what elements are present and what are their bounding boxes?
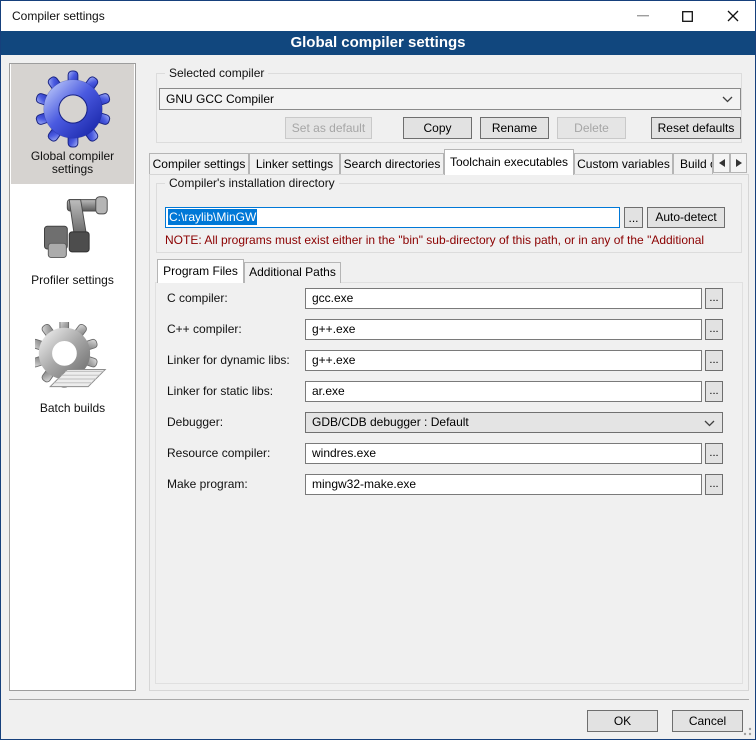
installation-directory-group: Compiler's installation directory C:\ray… <box>156 183 742 253</box>
rename-button[interactable]: Rename <box>480 117 549 139</box>
chevron-down-icon <box>704 420 715 427</box>
debugger-select-value: GDB/CDB debugger : Default <box>312 413 469 432</box>
field-row-dynamic-linker: Linker for dynamic libs: g++.exe ... <box>1 350 756 372</box>
resource-compiler-browse-button[interactable]: ... <box>705 443 723 464</box>
page-title: Global compiler settings <box>1 31 755 55</box>
dynamic-linker-input[interactable]: g++.exe <box>305 350 702 371</box>
field-label: Debugger: <box>167 415 223 429</box>
install-dir-input[interactable]: C:\raylib\MinGW <box>165 207 620 228</box>
field-row-static-linker: Linker for static libs: ar.exe ... <box>1 381 756 403</box>
cpp-compiler-browse-button[interactable]: ... <box>705 319 723 340</box>
copy-button[interactable]: Copy <box>403 117 472 139</box>
tab-program-files[interactable]: Program Files <box>157 259 244 283</box>
auto-detect-button[interactable]: Auto-detect <box>647 207 725 228</box>
field-row-resource-compiler: Resource compiler: windres.exe ... <box>1 443 756 465</box>
settings-category-list: Global compiler settings Profiler settin… <box>9 63 136 691</box>
set-as-default-button[interactable]: Set as default <box>285 117 372 139</box>
field-label: Resource compiler: <box>167 446 270 460</box>
tab-search-directories[interactable]: Search directories <box>340 153 444 174</box>
close-icon <box>727 10 739 22</box>
tab-linker-settings[interactable]: Linker settings <box>249 153 340 174</box>
window-controls <box>620 1 755 31</box>
field-row-make-program: Make program: mingw32-make.exe ... <box>1 474 756 496</box>
cpp-compiler-input[interactable]: g++.exe <box>305 319 702 340</box>
compiler-select[interactable]: GNU GCC Compiler <box>159 88 741 110</box>
minimize-icon <box>637 15 649 17</box>
field-row-cpp-compiler: C++ compiler: g++.exe ... <box>1 319 756 341</box>
title-bar: Compiler settings <box>1 1 755 31</box>
field-label: Linker for dynamic libs: <box>167 353 290 367</box>
window-title: Compiler settings <box>12 1 105 31</box>
field-label: C compiler: <box>167 291 228 305</box>
reset-defaults-button[interactable]: Reset defaults <box>651 117 741 139</box>
caliper-icon <box>35 192 111 268</box>
c-compiler-browse-button[interactable]: ... <box>705 288 723 309</box>
installation-directory-group-label: Compiler's installation directory <box>165 176 339 190</box>
chevron-down-icon <box>722 96 733 103</box>
selected-compiler-group: Selected compiler GNU GCC Compiler Set a… <box>156 73 742 143</box>
bin-subdirectory-note: NOTE: All programs must exist either in … <box>165 233 739 247</box>
maximize-button[interactable] <box>665 1 710 31</box>
field-label: Linker for static libs: <box>167 384 273 398</box>
tab-scroll-left-button[interactable] <box>713 153 730 173</box>
tab-compiler-settings[interactable]: Compiler settings <box>149 153 249 174</box>
install-dir-selected-text: C:\raylib\MinGW <box>168 209 257 225</box>
arrow-right-icon <box>736 159 742 167</box>
delete-button[interactable]: Delete <box>557 117 626 139</box>
compiler-settings-window: Compiler settings Global compiler settin… <box>0 0 756 740</box>
field-label: C++ compiler: <box>167 322 242 336</box>
field-row-c-compiler: C compiler: gcc.exe ... <box>1 288 756 310</box>
sidebar-item-profiler-settings[interactable]: Profiler settings <box>11 190 134 294</box>
ok-button[interactable]: OK <box>587 710 658 732</box>
tab-toolchain-executables[interactable]: Toolchain executables <box>444 149 574 175</box>
field-row-debugger: Debugger: GDB/CDB debugger : Default <box>1 412 756 434</box>
blue-gear-icon <box>34 70 112 148</box>
maximize-icon <box>682 11 693 22</box>
dynamic-linker-browse-button[interactable]: ... <box>705 350 723 371</box>
resource-compiler-input[interactable]: windres.exe <box>305 443 702 464</box>
install-dir-browse-button[interactable]: ... <box>624 207 643 228</box>
field-label: Make program: <box>167 477 248 491</box>
static-linker-browse-button[interactable]: ... <box>705 381 723 402</box>
sidebar-item-global-compiler-settings[interactable]: Global compiler settings <box>11 64 134 184</box>
minimize-button[interactable] <box>620 1 665 31</box>
sidebar-item-label: Profiler settings <box>11 274 134 287</box>
tab-additional-paths[interactable]: Additional Paths <box>244 262 341 283</box>
selected-compiler-group-label: Selected compiler <box>165 66 268 80</box>
make-program-input[interactable]: mingw32-make.exe <box>305 474 702 495</box>
compiler-select-value: GNU GCC Compiler <box>166 89 274 109</box>
make-program-browse-button[interactable]: ... <box>705 474 723 495</box>
debugger-select[interactable]: GDB/CDB debugger : Default <box>305 412 723 433</box>
close-button[interactable] <box>710 1 755 31</box>
cancel-button[interactable]: Cancel <box>672 710 743 732</box>
arrow-left-icon <box>719 159 725 167</box>
tab-build-options[interactable]: Build options <box>673 153 713 174</box>
c-compiler-input[interactable]: gcc.exe <box>305 288 702 309</box>
resize-grip[interactable] <box>740 724 752 736</box>
tab-scroll-right-button[interactable] <box>730 153 747 173</box>
footer-divider <box>9 699 749 700</box>
static-linker-input[interactable]: ar.exe <box>305 381 702 402</box>
tab-custom-variables[interactable]: Custom variables <box>574 153 673 174</box>
sidebar-item-label: Global compiler settings <box>11 150 134 176</box>
